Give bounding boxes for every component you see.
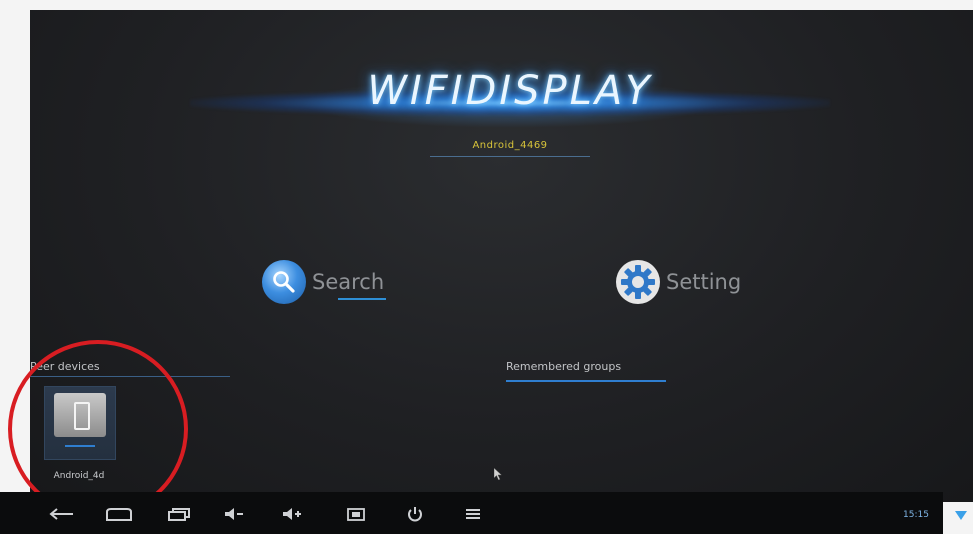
search-label: Search [312, 270, 385, 294]
own-device-name: Android_4469 [472, 140, 548, 151]
recent-apps-icon[interactable] [166, 506, 192, 522]
logo-text: WIFIDISPLAY [367, 68, 653, 114]
power-icon[interactable] [404, 506, 426, 522]
setting-button[interactable]: Setting [616, 260, 741, 304]
screenshot-icon[interactable] [344, 506, 368, 522]
home-icon[interactable] [104, 506, 134, 522]
volume-up-icon[interactable] [280, 506, 304, 522]
setting-label: Setting [666, 270, 742, 294]
back-icon[interactable] [48, 506, 76, 522]
clock: 15:15 [903, 510, 929, 520]
gear-icon [616, 260, 660, 304]
app-logo: WIFIDISPLAY Android_4469 [190, 58, 830, 158]
search-icon [262, 260, 306, 304]
device-name-divider [430, 156, 590, 157]
menu-icon[interactable] [462, 506, 484, 522]
remembered-groups-divider [506, 380, 666, 382]
volume-down-icon[interactable] [222, 506, 246, 522]
wifi-signal-icon [955, 511, 967, 520]
remembered-groups-header: Remembered groups [506, 360, 622, 373]
mouse-cursor-icon [494, 468, 502, 480]
search-underline [338, 298, 386, 300]
